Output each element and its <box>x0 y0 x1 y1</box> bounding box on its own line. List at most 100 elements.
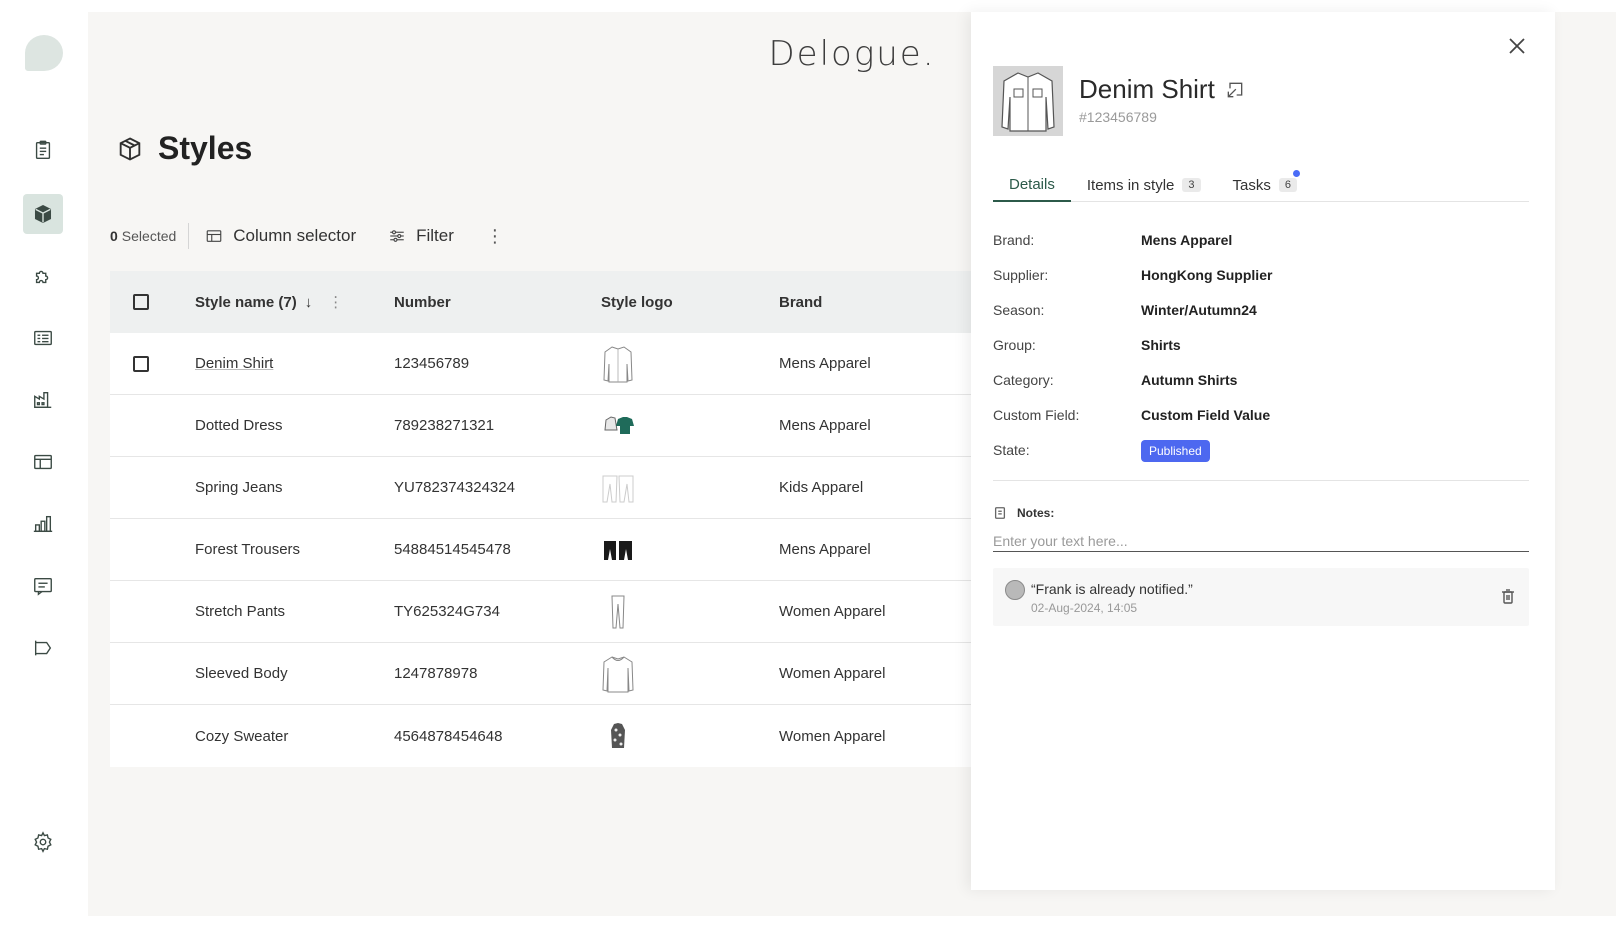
tab-items-in-style[interactable]: Items in style 3 <box>1071 168 1217 202</box>
selected-count: 0 <box>110 228 118 244</box>
sidebar <box>0 0 86 932</box>
toolbar-divider <box>188 223 190 249</box>
body-thumbnail <box>601 654 635 694</box>
open-external-icon[interactable] <box>1225 80 1245 100</box>
number-cell: 1247878978 <box>394 665 478 682</box>
sidebar-item-puzzle[interactable] <box>23 256 63 296</box>
message-icon <box>34 577 52 596</box>
notes-header: Notes: <box>993 506 1054 520</box>
row-checkbox[interactable] <box>133 355 149 372</box>
sidebar-item-messages[interactable] <box>23 566 63 606</box>
layout-icon <box>34 454 52 470</box>
select-all-checkbox[interactable] <box>133 294 149 310</box>
jeans-thumbnail <box>601 468 635 508</box>
drawer-title: Denim Shirt <box>1079 74 1245 105</box>
sidebar-item-clipboard[interactable] <box>23 130 63 170</box>
number-cell: TY625324G734 <box>394 603 500 620</box>
table-row[interactable]: Forest Trousers 54884514545478 Mens Appa… <box>110 519 1010 581</box>
styles-table: Style name (7) ↓ ⋮ Number Style logo Brand… <box>110 271 1010 767</box>
note-text: “Frank is already notified.” <box>1031 581 1193 597</box>
close-icon <box>1509 38 1525 54</box>
note-item: “Frank is already notified.” 02-Aug-2024… <box>993 568 1529 626</box>
style-name-cell[interactable]: Dotted Dress <box>195 417 394 434</box>
note-icon <box>994 507 1006 519</box>
style-name-cell[interactable]: Spring Jeans <box>195 479 394 496</box>
list-icon <box>34 330 52 346</box>
table-row[interactable]: Sleeved Body 1247878978 Women Apparel <box>110 643 1010 705</box>
toolbar: 0 Selected Column selector Filter ⋮ <box>110 222 504 250</box>
close-button[interactable] <box>1507 36 1527 56</box>
number-cell: 123456789 <box>394 355 470 372</box>
avatar <box>1005 580 1025 600</box>
detail-row-supplier: Supplier: HongKong Supplier <box>993 266 1273 283</box>
table-columns-icon <box>206 230 222 242</box>
clipboard-icon <box>35 140 51 159</box>
megaphone-icon <box>34 640 52 656</box>
column-selector-label: Column selector <box>233 226 357 245</box>
table-row[interactable]: Spring Jeans YU782374324324 Kids Apparel <box>110 457 1010 519</box>
trousers-thumbnail <box>601 530 635 570</box>
table-row[interactable]: Denim Shirt 123456789 Mens Apparel <box>110 333 1010 395</box>
detail-row-brand: Brand: Mens Apparel <box>993 231 1233 248</box>
notification-dot <box>1292 170 1300 177</box>
sidebar-item-campaigns[interactable] <box>23 628 63 668</box>
filter-label: Filter <box>416 226 454 245</box>
tab-count-badge: 3 <box>1182 178 1201 192</box>
style-name-cell[interactable]: Stretch Pants <box>195 603 394 620</box>
box-icon <box>34 204 52 224</box>
sweater-thumbnail <box>601 716 635 756</box>
style-number: #123456789 <box>1079 109 1157 125</box>
tab-count-badge: 6 <box>1278 178 1297 192</box>
notes-input[interactable] <box>993 530 1529 552</box>
sidebar-item-list[interactable] <box>23 318 63 358</box>
table-header: Style name (7) ↓ ⋮ Number Style logo Brand <box>110 271 1010 333</box>
status-badge: Published <box>1141 439 1210 462</box>
detail-row-custom-field: Custom Field: Custom Field Value <box>993 406 1271 423</box>
filter-button[interactable]: Filter <box>388 226 454 246</box>
sidebar-item-factory[interactable] <box>23 380 63 420</box>
app-logo[interactable] <box>25 35 63 71</box>
column-header-number[interactable]: Number <box>394 294 601 311</box>
style-name-cell[interactable]: Denim Shirt <box>195 355 394 372</box>
detail-row-season: Season: Winter/Autumn24 <box>993 301 1257 318</box>
delete-note-button[interactable] <box>1501 589 1515 605</box>
tab-tasks[interactable]: Tasks 6 <box>1217 168 1313 202</box>
number-cell: 4564878454648 <box>394 727 503 745</box>
column-header-style-logo[interactable]: Style logo <box>601 294 779 311</box>
sliders-icon <box>390 230 404 242</box>
note-timestamp: 02-Aug-2024, 14:05 <box>1031 601 1138 615</box>
settings-button[interactable] <box>23 822 63 862</box>
page-title: Styles <box>158 130 253 166</box>
table-row[interactable]: Dotted Dress 789238271321 Mens Apparel <box>110 395 1010 457</box>
detail-row-group: Group: Shirts <box>993 336 1181 353</box>
more-options-icon[interactable]: ⋮ <box>486 226 504 247</box>
column-menu-icon[interactable]: ⋮ <box>328 293 343 311</box>
number-cell: YU782374324324 <box>394 479 515 496</box>
table-row[interactable]: Cozy Sweater 4564878454648 Women Apparel <box>110 705 1010 767</box>
number-cell: 54884514545478 <box>394 541 511 558</box>
style-name-cell[interactable]: Cozy Sweater <box>195 728 394 745</box>
puzzle-icon <box>35 270 49 284</box>
detail-row-state: State: Published <box>993 432 1529 467</box>
sidebar-item-styles[interactable] <box>23 194 63 234</box>
tab-details[interactable]: Details <box>993 168 1071 202</box>
bar-chart-icon <box>33 515 53 533</box>
detail-row-category: Category: Autumn Shirts <box>993 371 1238 388</box>
gear-icon <box>34 831 52 853</box>
column-selector-button[interactable]: Column selector <box>205 226 356 246</box>
page-header: Styles <box>116 130 252 167</box>
number-cell: 789238271321 <box>394 417 495 434</box>
sidebar-item-layout[interactable] <box>23 442 63 482</box>
style-title: Denim Shirt <box>1079 74 1215 104</box>
sidebar-item-reports[interactable] <box>23 504 63 544</box>
style-image <box>993 66 1063 136</box>
pants-thumbnail <box>601 592 635 632</box>
table-row[interactable]: Stretch Pants TY625324G734 Women Apparel <box>110 581 1010 643</box>
style-name-cell[interactable]: Forest Trousers <box>195 541 394 558</box>
shirt-thumbnail <box>601 344 635 384</box>
column-header-style-name[interactable]: Style name (7) ↓ ⋮ <box>195 293 394 311</box>
dress-thumbnail <box>601 406 635 446</box>
style-detail-drawer: Denim Shirt #123456789 Details Items in … <box>971 12 1555 890</box>
style-name-cell[interactable]: Sleeved Body <box>195 665 394 682</box>
sort-down-icon[interactable]: ↓ <box>305 294 313 311</box>
